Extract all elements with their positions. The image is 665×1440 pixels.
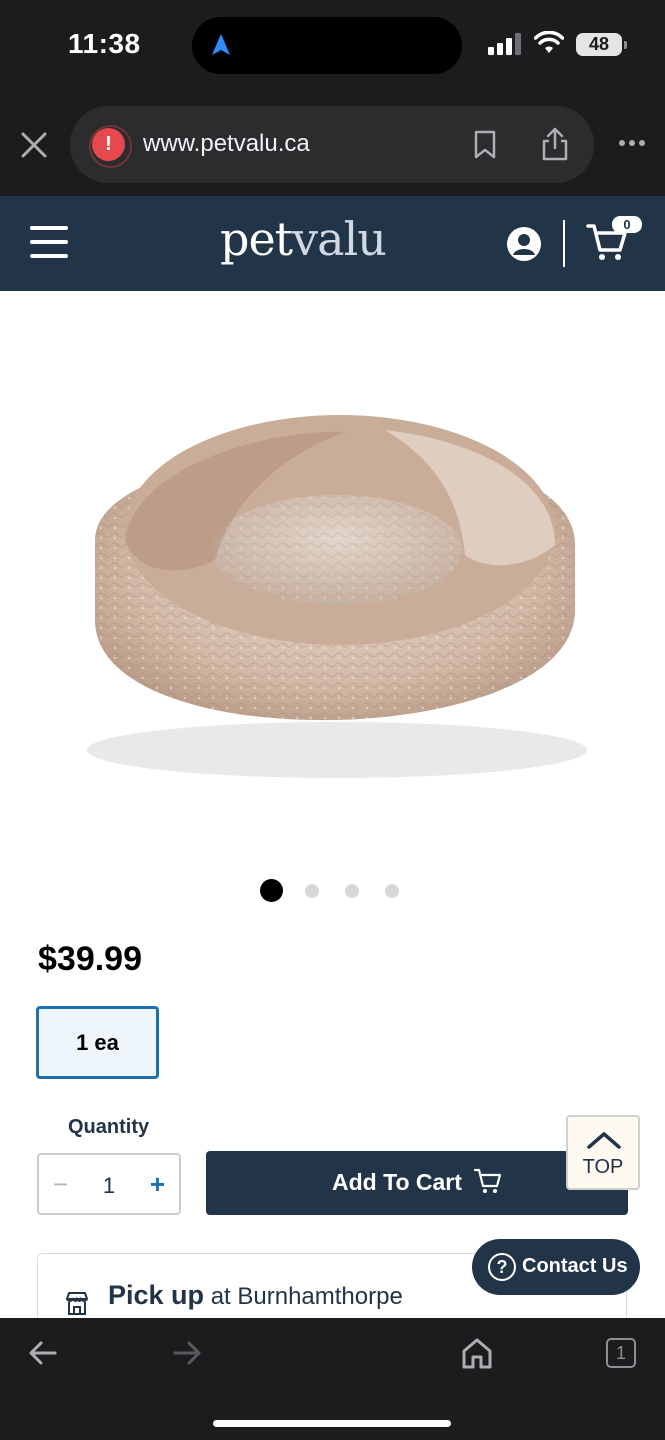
quantity-label: Quantity [68, 1116, 150, 1138]
add-to-cart-label: Add To Cart [332, 1169, 462, 1195]
back-icon[interactable] [28, 1340, 58, 1366]
carousel-dot-2[interactable] [305, 884, 319, 898]
share-icon[interactable] [540, 126, 570, 162]
add-to-cart-button[interactable]: Add To Cart [206, 1151, 628, 1215]
browser-url-row: ! www.petvalu.ca [0, 96, 665, 196]
pickup-label: Pick up [108, 1280, 205, 1310]
logo-pet: pet [220, 212, 293, 266]
quantity-stepper: − 1 + [37, 1153, 181, 1215]
menu-icon[interactable] [30, 226, 68, 260]
more-icon[interactable] [618, 139, 646, 147]
increase-quantity-button[interactable]: + [150, 1169, 165, 1200]
page: 11:38 48 ! www.petvalu.ca petvalu 0 $39.… [0, 0, 665, 1440]
carousel-dots [260, 878, 410, 902]
bookmark-icon[interactable] [472, 130, 498, 160]
address-bar[interactable]: ! www.petvalu.ca [70, 106, 594, 183]
wifi-icon [534, 31, 564, 53]
url-text[interactable]: www.petvalu.ca [143, 130, 310, 158]
petvalu-logo[interactable]: petvalu [220, 212, 387, 266]
site-header: petvalu 0 [0, 196, 665, 291]
cart-icon [474, 1168, 502, 1193]
status-bar: 11:38 48 [0, 0, 665, 96]
header-divider [563, 220, 565, 267]
navigation-arrow-icon [212, 34, 230, 55]
battery-icon: 48 [576, 33, 627, 56]
carousel-dot-4[interactable] [385, 884, 399, 898]
warning-icon[interactable]: ! [89, 125, 132, 168]
tabs-icon[interactable]: 1 [606, 1338, 636, 1368]
forward-icon[interactable] [172, 1340, 202, 1366]
status-time: 11:38 [68, 28, 141, 59]
product-image[interactable] [55, 370, 615, 810]
carousel-dot-1[interactable] [260, 879, 283, 902]
browser-bottom-toolbar: 1 [0, 1318, 665, 1440]
close-icon[interactable] [20, 131, 48, 159]
pickup-text: Pick up at Burnhamthorpe [108, 1280, 403, 1311]
pickup-store[interactable]: at Burnhamthorpe [204, 1283, 403, 1310]
help-icon: ? [488, 1253, 516, 1281]
home-icon[interactable] [460, 1336, 494, 1370]
contact-us-label: Contact Us [522, 1255, 628, 1277]
size-option-button[interactable]: 1 ea [36, 1006, 159, 1079]
contact-us-button[interactable]: ? Contact Us [472, 1239, 640, 1295]
logo-valu: valu [292, 212, 387, 266]
cart-count-badge: 0 [612, 216, 642, 233]
top-label: TOP [582, 1156, 624, 1178]
product-price: $39.99 [38, 940, 142, 978]
carousel-dot-3[interactable] [345, 884, 359, 898]
dynamic-island [192, 17, 462, 74]
account-icon[interactable] [506, 226, 542, 262]
chevron-up-icon [587, 1132, 621, 1149]
store-icon [66, 1292, 88, 1315]
signal-icon [488, 33, 521, 55]
scroll-to-top-button[interactable]: TOP [566, 1115, 640, 1190]
home-indicator [213, 1420, 451, 1427]
